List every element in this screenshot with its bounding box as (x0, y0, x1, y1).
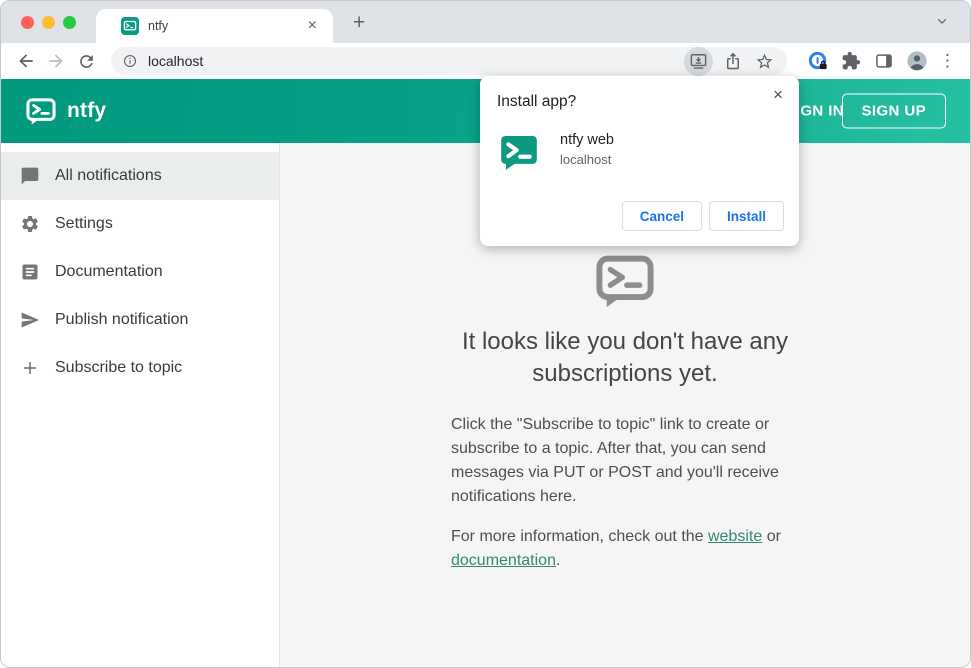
minimize-window-button[interactable] (42, 16, 55, 29)
tab-favicon-ntfy-icon (121, 17, 139, 35)
gear-icon (19, 214, 40, 235)
sidebar-item-label: All notifications (55, 167, 162, 184)
article-icon (19, 262, 40, 283)
reload-icon[interactable] (71, 46, 101, 76)
plus-icon (19, 358, 40, 379)
sidebar-item-label: Settings (55, 215, 113, 232)
browser-menu-kebab-icon[interactable]: ⋮ (935, 51, 960, 71)
website-link[interactable]: website (708, 528, 762, 545)
share-icon[interactable] (719, 48, 746, 75)
empty-state-paragraph-2: For more information, check out the webs… (451, 525, 799, 573)
ntfy-logo-icon (26, 97, 56, 125)
password-manager-extension-icon[interactable] (803, 46, 833, 76)
paragraph-text: or (762, 528, 781, 545)
sidebar-item-publish-notification[interactable]: Publish notification (1, 296, 279, 344)
install-button[interactable]: Install (708, 201, 784, 231)
dialog-close-icon[interactable]: × (768, 83, 788, 107)
install-app-dialog: Install app? × ntfy web localhost Cancel… (480, 76, 799, 246)
dialog-app-name: ntfy web (560, 132, 614, 148)
sidebar-item-label: Documentation (55, 263, 163, 280)
browser-toolbar: localhost ⋮ (1, 43, 970, 79)
side-panel-icon[interactable] (869, 46, 899, 76)
bookmark-star-icon[interactable] (751, 48, 778, 75)
forward-icon[interactable] (41, 46, 71, 76)
dialog-title: Install app? (497, 93, 577, 110)
address-bar[interactable]: localhost (111, 46, 787, 76)
sidebar-item-documentation[interactable]: Documentation (1, 248, 279, 296)
paragraph-text: For more information, check out the (451, 528, 708, 545)
sidebar: All notifications Settings Documentation… (1, 143, 280, 667)
sidebar-item-label: Publish notification (55, 311, 189, 328)
tab-title: ntfy (148, 19, 169, 33)
sidebar-item-subscribe-to-topic[interactable]: Subscribe to topic (1, 344, 279, 392)
macos-traffic-lights (21, 16, 76, 29)
browser-tab-ntfy[interactable]: ntfy × (96, 9, 333, 43)
tab-strip: ntfy × + (1, 1, 970, 43)
sidebar-item-settings[interactable]: Settings (1, 200, 279, 248)
dialog-app-origin: localhost (560, 152, 612, 167)
url-text[interactable]: localhost (148, 53, 684, 69)
chat-icon (19, 166, 40, 187)
new-tab-button[interactable]: + (345, 8, 373, 38)
sidebar-item-all-notifications[interactable]: All notifications (1, 152, 279, 200)
sidebar-item-label: Subscribe to topic (55, 359, 183, 376)
cancel-button[interactable]: Cancel (621, 201, 702, 231)
site-info-icon[interactable] (122, 53, 138, 69)
back-icon[interactable] (11, 46, 41, 76)
profile-avatar[interactable] (902, 46, 932, 76)
ntfy-logo-large-icon (595, 255, 655, 308)
empty-state-heading: It looks like you don't have any subscri… (461, 328, 789, 387)
empty-state-paragraph-1: Click the "Subscribe to topic" link to c… (451, 416, 779, 505)
brand-name: ntfy (67, 99, 107, 122)
documentation-link[interactable]: documentation (451, 552, 556, 569)
ntfy-app-icon (500, 133, 538, 171)
browser-window: ntfy × + localhost ⋮ ntfy SIGN IN SIGN U… (0, 0, 971, 668)
paragraph-text: . (555, 552, 561, 569)
tab-close-icon[interactable]: × (302, 16, 323, 36)
close-window-button[interactable] (21, 16, 34, 29)
zoom-window-button[interactable] (63, 16, 76, 29)
sign-up-button[interactable]: SIGN UP (841, 93, 946, 129)
send-icon (19, 310, 40, 331)
tab-search-chevron-icon[interactable] (935, 14, 949, 33)
install-app-icon[interactable] (684, 46, 713, 76)
extensions-puzzle-icon[interactable] (836, 46, 866, 76)
dialog-buttons: Cancel Install (621, 201, 784, 231)
extensions-area: ⋮ (803, 46, 960, 76)
